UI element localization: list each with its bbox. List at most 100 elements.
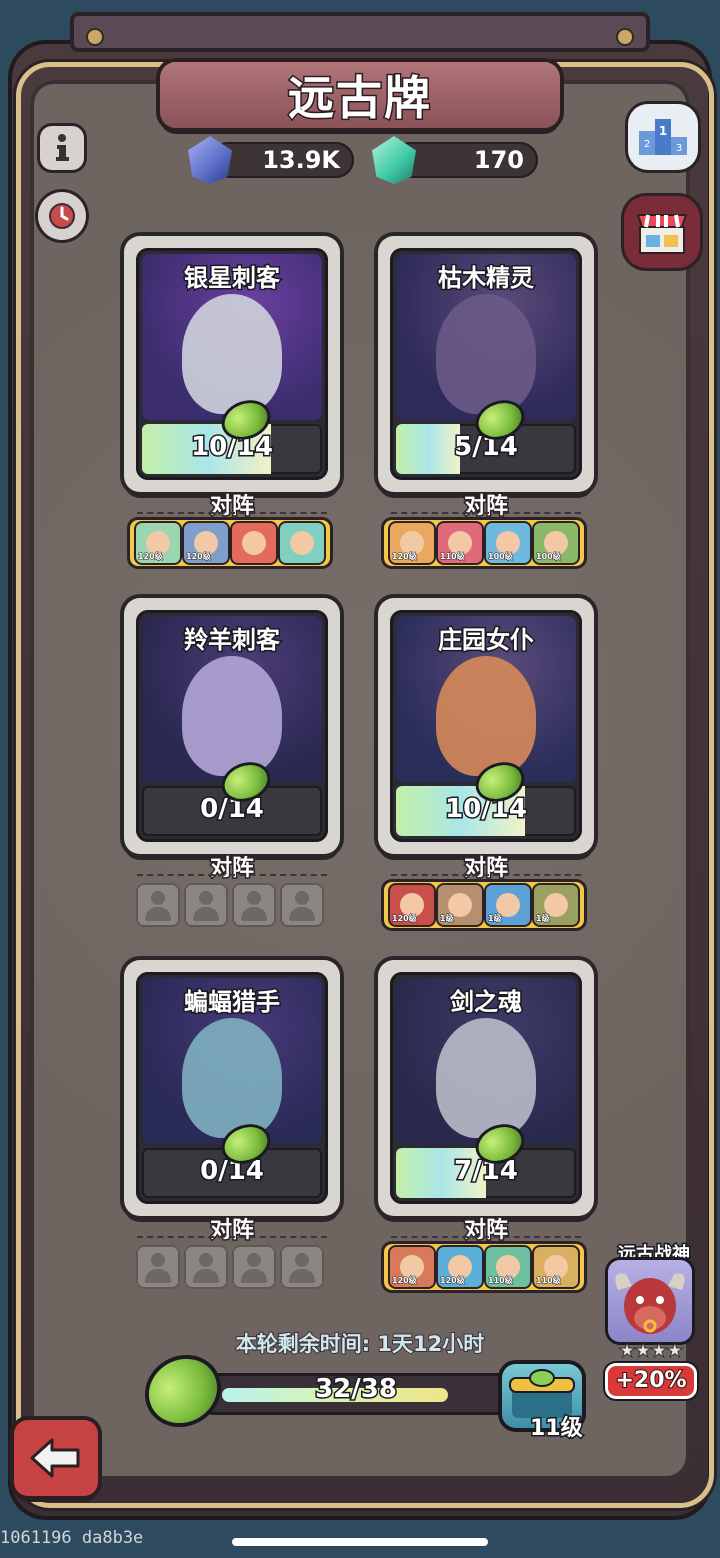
empty-hero-slot bbox=[232, 1245, 276, 1289]
hero-level: 120级 bbox=[392, 1276, 418, 1286]
card-progress-text: 5/14 bbox=[453, 431, 520, 464]
history-button[interactable] bbox=[38, 192, 86, 240]
bonus-stars: ★★★★ bbox=[618, 1338, 685, 1363]
hero-card[interactable]: 庄园女仆 10/14 bbox=[378, 598, 594, 854]
enemy-hero-avatar[interactable]: 110级 bbox=[486, 1247, 530, 1287]
hero-figure bbox=[182, 294, 282, 414]
card-inner: 枯木精灵 5/14 bbox=[390, 248, 582, 480]
hero-face bbox=[242, 531, 266, 555]
hero-level: 120级 bbox=[392, 552, 418, 562]
top-bar bbox=[70, 12, 650, 52]
card-inner: 庄园女仆 10/14 bbox=[390, 610, 582, 842]
card-progress-text: 10/14 bbox=[190, 431, 275, 464]
lineup-label: 对阵 bbox=[208, 1217, 255, 1245]
enemy-hero-avatar[interactable]: 110级 bbox=[534, 1247, 578, 1287]
svg-text:3: 3 bbox=[676, 143, 682, 154]
bull-warrior-portrait bbox=[615, 1273, 685, 1334]
enemy-lineup[interactable]: 120级 120级 bbox=[130, 520, 330, 566]
divider bbox=[391, 874, 581, 876]
hero-level: 120级 bbox=[392, 914, 418, 924]
hero-figure bbox=[436, 294, 536, 414]
clock-icon bbox=[49, 203, 75, 229]
hero-name: 枯木精灵 bbox=[437, 263, 536, 294]
lineup-label: 对阵 bbox=[208, 855, 255, 883]
hero-level: 1级 bbox=[440, 914, 455, 924]
currency-secondary-value: 170 bbox=[473, 146, 524, 174]
enemy-hero-avatar[interactable]: 1级 bbox=[534, 885, 578, 925]
hero-level: 100级 bbox=[488, 552, 514, 562]
enemy-hero-avatar[interactable] bbox=[280, 523, 324, 563]
title-banner: 远古牌 bbox=[160, 62, 560, 128]
enemy-hero-avatar[interactable]: 110级 bbox=[438, 523, 482, 563]
lineup-label: 对阵 bbox=[462, 855, 509, 883]
enemy-hero-avatar[interactable]: 1级 bbox=[438, 885, 482, 925]
currency-primary-box: 13.9K bbox=[210, 142, 354, 178]
enemy-hero-avatar[interactable]: 100级 bbox=[534, 523, 578, 563]
enemy-hero-avatar[interactable] bbox=[232, 523, 276, 563]
svg-text:1: 1 bbox=[659, 124, 667, 138]
total-progress-bar: 32/38 bbox=[196, 1373, 516, 1412]
podium-icon: 1 2 3 bbox=[639, 119, 687, 155]
hero-face bbox=[290, 531, 314, 555]
hero-level: 110级 bbox=[488, 1276, 514, 1286]
currency-primary-value: 13.9K bbox=[262, 146, 340, 174]
empty-hero-slot bbox=[136, 1245, 180, 1289]
rivet bbox=[618, 30, 632, 44]
bonus-percent: +20% bbox=[608, 1366, 694, 1396]
watermark: 1061196 da8b3e bbox=[0, 1528, 144, 1548]
enemy-hero-avatar[interactable]: 120级 bbox=[390, 1247, 434, 1287]
shop-icon bbox=[636, 214, 688, 254]
hero-figure bbox=[436, 1018, 536, 1138]
divider bbox=[137, 874, 327, 876]
hero-card[interactable]: 剑之魂 7/14 bbox=[378, 960, 594, 1216]
hero-level: 1级 bbox=[488, 914, 503, 924]
card-progress-text: 0/14 bbox=[199, 793, 266, 826]
hero-name: 羚羊刺客 bbox=[183, 625, 282, 656]
info-button[interactable] bbox=[40, 126, 84, 170]
card-progress-text: 7/14 bbox=[453, 1155, 520, 1188]
hero-level: 120级 bbox=[138, 552, 164, 562]
home-indicator[interactable] bbox=[232, 1538, 488, 1546]
enemy-hero-avatar[interactable]: 1级 bbox=[486, 885, 530, 925]
page-title: 远古牌 bbox=[287, 70, 432, 127]
back-arrow-icon bbox=[30, 1438, 80, 1478]
card-inner: 蝙蝠猎手 0/14 bbox=[136, 972, 328, 1204]
hero-level: 120级 bbox=[186, 552, 212, 562]
hero-level: 1级 bbox=[536, 914, 551, 924]
info-icon bbox=[56, 134, 69, 161]
enemy-hero-avatar[interactable]: 100级 bbox=[486, 523, 530, 563]
enemy-hero-avatar[interactable]: 120级 bbox=[184, 523, 228, 563]
svg-text:2: 2 bbox=[644, 139, 650, 150]
enemy-hero-avatar[interactable]: 120级 bbox=[390, 523, 434, 563]
enemy-lineup[interactable] bbox=[130, 1244, 330, 1290]
card-inner: 羚羊刺客 0/14 bbox=[136, 610, 328, 842]
enemy-hero-avatar[interactable]: 120级 bbox=[136, 523, 180, 563]
hero-name: 剑之魂 bbox=[449, 987, 524, 1018]
hero-figure bbox=[436, 656, 536, 776]
chest-level: 11级 bbox=[529, 1415, 585, 1443]
card-inner: 银星刺客 10/14 bbox=[136, 248, 328, 480]
divider bbox=[137, 1236, 327, 1238]
enemy-lineup[interactable]: 120级 110级 100级 100级 bbox=[384, 520, 584, 566]
empty-hero-slot bbox=[136, 883, 180, 927]
ranking-button[interactable]: 1 2 3 bbox=[628, 104, 698, 170]
hero-card[interactable]: 蝙蝠猎手 0/14 bbox=[124, 960, 340, 1216]
hero-card[interactable]: 枯木精灵 5/14 bbox=[378, 236, 594, 492]
hero-figure bbox=[182, 656, 282, 776]
enemy-lineup[interactable]: 120级 120级 110级 110级 bbox=[384, 1244, 584, 1290]
enemy-hero-avatar[interactable]: 120级 bbox=[390, 885, 434, 925]
bonus-hero-card[interactable] bbox=[608, 1260, 692, 1342]
hero-card[interactable]: 银星刺客 10/14 bbox=[124, 236, 340, 492]
shop-button[interactable] bbox=[624, 196, 700, 268]
hero-name: 庄园女仆 bbox=[437, 625, 536, 656]
enemy-lineup[interactable] bbox=[130, 882, 330, 928]
enemy-hero-avatar[interactable]: 120级 bbox=[438, 1247, 482, 1287]
lineup-label: 对阵 bbox=[208, 493, 255, 521]
enemy-lineup[interactable]: 120级 1级 1级 1级 bbox=[384, 882, 584, 928]
hero-card[interactable]: 羚羊刺客 0/14 bbox=[124, 598, 340, 854]
hero-level: 110级 bbox=[536, 1276, 562, 1286]
back-button[interactable] bbox=[14, 1420, 98, 1496]
hero-level: 100级 bbox=[536, 552, 562, 562]
rivet bbox=[88, 30, 102, 44]
empty-hero-slot bbox=[232, 883, 276, 927]
